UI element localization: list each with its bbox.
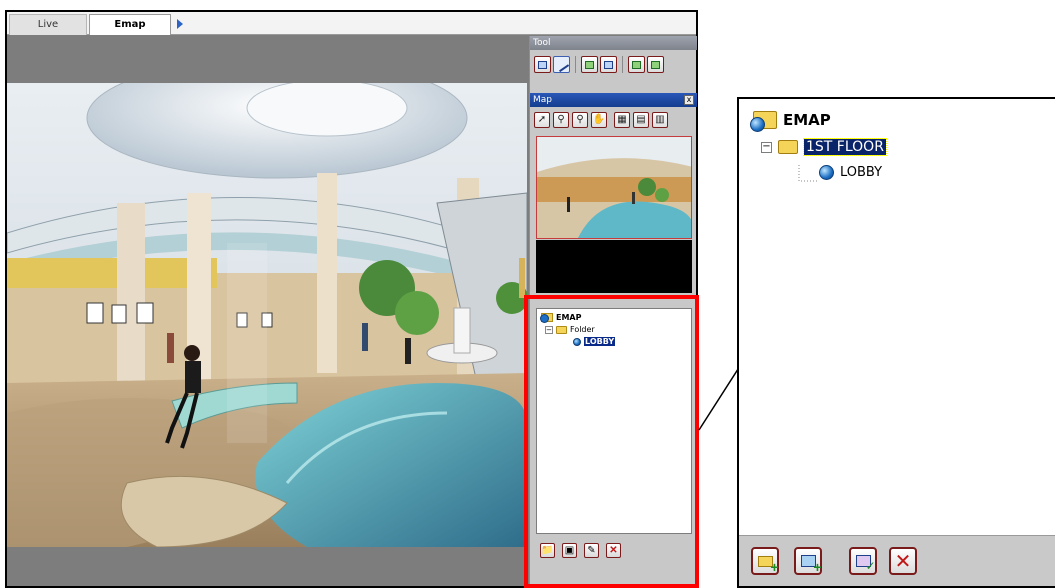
zoom-tree-node-map-label: LOBBY (840, 165, 883, 180)
edit-map-icon[interactable] (849, 547, 877, 575)
delete-icon[interactable]: ✕ (889, 547, 917, 575)
add-folder-icon[interactable] (751, 547, 779, 575)
emap-icon (750, 111, 777, 132)
add-map-icon[interactable] (794, 547, 822, 575)
zoomed-tree-panel: EMAP − 1ST FLOOR LOBBY ✕ (737, 97, 1055, 588)
zoom-tree-node-root-label: EMAP (783, 111, 831, 129)
zoom-tree-node-root[interactable]: EMAP (750, 111, 831, 132)
tree-connector-lines (798, 165, 817, 182)
emap-tree-zoomed[interactable]: EMAP − 1ST FLOOR LOBBY (739, 99, 1055, 529)
zoom-tree-action-buttons: ✕ (739, 535, 1055, 586)
